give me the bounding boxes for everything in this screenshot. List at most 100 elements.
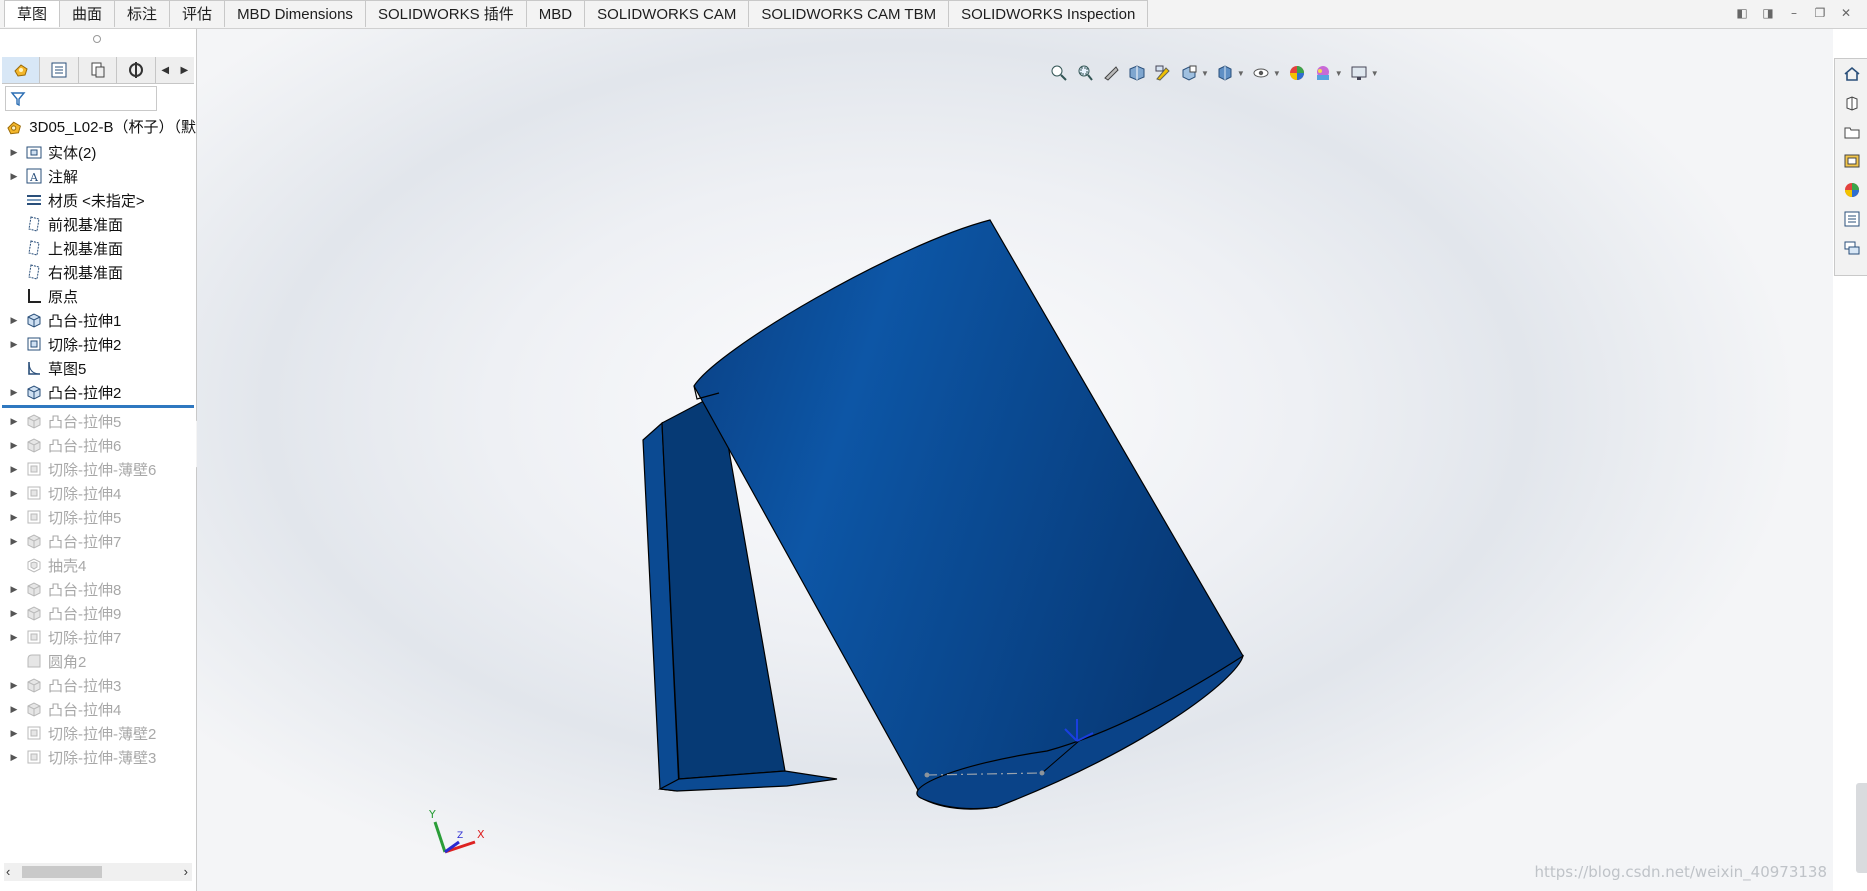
expand-arrow-icon[interactable]: ▶: [8, 488, 20, 499]
home-icon[interactable]: [1835, 59, 1867, 88]
tab-4[interactable]: MBD Dimensions: [225, 0, 366, 27]
expand-arrow-icon[interactable]: ▶: [8, 632, 20, 643]
tree-item[interactable]: ▶ 实体(2): [0, 140, 196, 164]
custom-properties-icon[interactable]: [1835, 204, 1867, 233]
tabs-scroll-left-icon[interactable]: ◀: [156, 57, 175, 83]
tree-item[interactable]: ▶右视基准面: [0, 260, 196, 284]
dynamic-annotation-icon[interactable]: [1153, 63, 1173, 83]
hide-show-dropdown-icon[interactable]: ▼: [1273, 69, 1281, 78]
tree-item[interactable]: ▶草图5: [0, 356, 196, 380]
tab-8[interactable]: SOLIDWORKS CAM TBM: [749, 0, 950, 27]
expand-arrow-icon[interactable]: ▶: [8, 752, 20, 763]
file-explorer-icon[interactable]: [1835, 117, 1867, 146]
appearances-icon[interactable]: [1835, 175, 1867, 204]
view-orientation-icon[interactable]: [1179, 63, 1199, 83]
model-3d-part[interactable]: [197, 29, 1833, 891]
tree-item[interactable]: ▶圆角2: [0, 649, 196, 673]
expand-arrow-icon[interactable]: ▶: [8, 171, 20, 182]
watermark-text: https://blog.csdn.net/weixin_40973138: [1534, 863, 1827, 881]
apply-scene-icon[interactable]: [1313, 63, 1333, 83]
tree-horizontal-scrollbar[interactable]: ‹ ›: [4, 863, 192, 881]
scroll-right-icon[interactable]: ›: [184, 863, 188, 881]
tree-item[interactable]: ▶ 切除-拉伸2: [0, 332, 196, 356]
tree-item[interactable]: ▶ 凸台-拉伸9: [0, 601, 196, 625]
expand-arrow-icon[interactable]: ▶: [8, 536, 20, 547]
tab-9[interactable]: SOLIDWORKS Inspection: [949, 0, 1149, 27]
tab-3[interactable]: 评估: [170, 0, 226, 27]
tree-item[interactable]: ▶上视基准面: [0, 236, 196, 260]
tab-6[interactable]: MBD: [526, 0, 586, 27]
expand-arrow-icon[interactable]: ▶: [8, 680, 20, 691]
panel-collapse-handle[interactable]: [93, 35, 101, 43]
expand-arrow-icon[interactable]: ▶: [8, 416, 20, 427]
view-palette-icon[interactable]: [1835, 146, 1867, 175]
pane-left-icon[interactable]: ◧: [1735, 6, 1749, 20]
restore-icon[interactable]: ❐: [1813, 6, 1827, 20]
tree-item[interactable]: ▶材质 <未指定>: [0, 188, 196, 212]
tab-2[interactable]: 标注: [115, 0, 171, 27]
expand-arrow-icon[interactable]: ▶: [8, 464, 20, 475]
tree-item[interactable]: ▶ 切除-拉伸7: [0, 625, 196, 649]
expand-arrow-icon[interactable]: ▶: [8, 315, 20, 326]
scroll-thumb[interactable]: [22, 866, 102, 878]
tree-filter-input[interactable]: [5, 86, 157, 111]
expand-arrow-icon[interactable]: ▶: [8, 584, 20, 595]
zoom-area-icon[interactable]: [1075, 63, 1095, 83]
zoom-to-fit-icon[interactable]: [1049, 63, 1069, 83]
feature-manager-icon[interactable]: [2, 57, 41, 83]
tree-item[interactable]: ▶ 凸台-拉伸5: [0, 409, 196, 433]
expand-arrow-icon[interactable]: ▶: [8, 339, 20, 350]
expand-arrow-icon[interactable]: ▶: [8, 512, 20, 523]
resources-icon[interactable]: [1835, 88, 1867, 117]
tree-item[interactable]: ▶ 切除-拉伸-薄壁3: [0, 745, 196, 769]
display-style-icon[interactable]: [1215, 63, 1235, 83]
tree-item[interactable]: ▶原点: [0, 284, 196, 308]
expand-arrow-icon[interactable]: ▶: [8, 440, 20, 451]
expand-arrow-icon[interactable]: ▶: [8, 728, 20, 739]
tab-5[interactable]: SOLIDWORKS 插件: [365, 0, 527, 27]
graphics-area[interactable]: ▼ ▼ ▼ ▼ ▼ Y X Z https://blog.csdn.net/we…: [197, 29, 1833, 891]
tree-item[interactable]: ▶前视基准面: [0, 212, 196, 236]
expand-arrow-icon[interactable]: ▶: [8, 147, 20, 158]
view-orientation-dropdown-icon[interactable]: ▼: [1201, 69, 1209, 78]
tree-item[interactable]: ▶ 凸台-拉伸6: [0, 433, 196, 457]
tab-1[interactable]: 曲面: [60, 0, 116, 27]
edit-appearance-icon[interactable]: [1287, 63, 1307, 83]
tree-item[interactable]: ▶ 凸台-拉伸2: [0, 380, 196, 404]
view-settings-icon[interactable]: [1349, 63, 1369, 83]
display-style-dropdown-icon[interactable]: ▼: [1237, 69, 1245, 78]
forum-icon[interactable]: [1835, 233, 1867, 262]
tabs-scroll-right-icon[interactable]: ▶: [175, 57, 194, 83]
expand-arrow-icon[interactable]: ▶: [8, 704, 20, 715]
tab-0[interactable]: 草图: [4, 0, 61, 27]
hide-show-icon[interactable]: [1251, 63, 1271, 83]
tree-item[interactable]: ▶ 切除-拉伸4: [0, 481, 196, 505]
expand-arrow-icon[interactable]: ▶: [8, 608, 20, 619]
rollback-bar[interactable]: [2, 405, 194, 408]
section-view-icon[interactable]: [1127, 63, 1147, 83]
tab-strip: 草图 曲面 标注 评估 MBD Dimensions SOLIDWORKS 插件 MBD SO…: [4, 0, 1149, 28]
tree-item[interactable]: ▶ 凸台-拉伸3: [0, 673, 196, 697]
tree-item[interactable]: ▶ 凸台-拉伸4: [0, 697, 196, 721]
tree-item[interactable]: ▶ A 注解: [0, 164, 196, 188]
previous-view-icon[interactable]: [1101, 63, 1121, 83]
view-settings-dropdown-icon[interactable]: ▼: [1371, 69, 1379, 78]
configuration-manager-icon[interactable]: [79, 57, 118, 83]
apply-scene-dropdown-icon[interactable]: ▼: [1335, 69, 1343, 78]
tree-item[interactable]: ▶ 切除-拉伸5: [0, 505, 196, 529]
tree-item[interactable]: ▶ 凸台-拉伸8: [0, 577, 196, 601]
dimxpert-icon[interactable]: [117, 57, 156, 83]
close-icon[interactable]: ✕: [1839, 6, 1853, 20]
tree-item[interactable]: ▶ 切除-拉伸-薄壁6: [0, 457, 196, 481]
minimize-icon[interactable]: –: [1787, 6, 1801, 20]
pane-right-icon[interactable]: ◨: [1761, 6, 1775, 20]
tree-item[interactable]: ▶ 凸台-拉伸7: [0, 529, 196, 553]
tree-root-part[interactable]: 3D05_L02-B（杯子）（默: [0, 116, 196, 140]
tree-item[interactable]: ▶抽壳4: [0, 553, 196, 577]
tab-7[interactable]: SOLIDWORKS CAM: [585, 0, 750, 27]
scroll-left-icon[interactable]: ‹: [6, 863, 10, 881]
expand-arrow-icon[interactable]: ▶: [8, 387, 20, 398]
tree-item[interactable]: ▶ 凸台-拉伸1: [0, 308, 196, 332]
tree-item[interactable]: ▶ 切除-拉伸-薄壁2: [0, 721, 196, 745]
property-manager-icon[interactable]: [40, 57, 79, 83]
